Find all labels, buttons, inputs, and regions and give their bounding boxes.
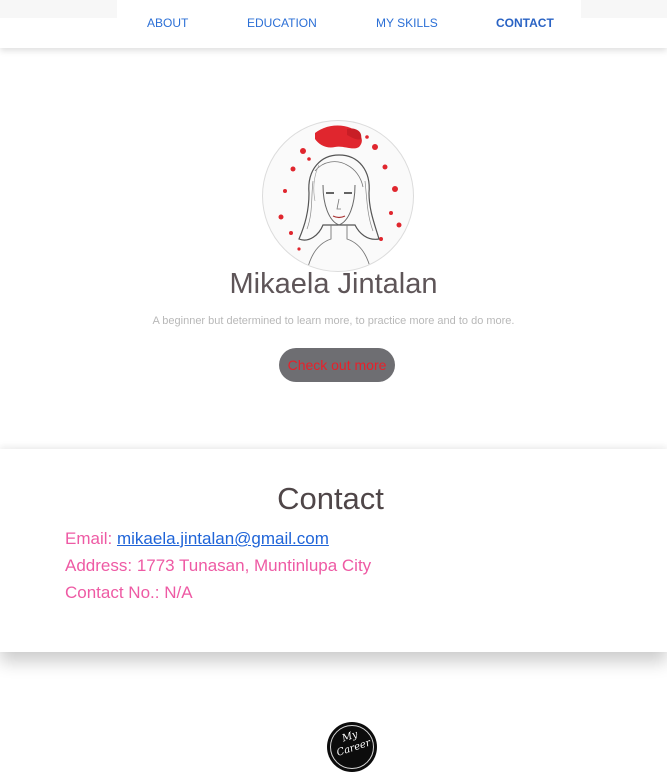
phone-label: Contact No.: <box>65 583 165 602</box>
address-line: Address: 1773 Tunasan, Muntinlupa City <box>65 556 371 576</box>
phone-value: N/A <box>164 583 193 602</box>
my-career-logo[interactable]: My Career <box>327 722 377 772</box>
top-navigation: ABOUT EDUCATION MY SKILLS CONTACT <box>0 0 667 48</box>
contact-title: Contact <box>277 481 384 516</box>
address-value: 1773 Tunasan, Muntinlupa City <box>136 556 372 575</box>
email-line: Email: mikaela.jintalan@gmail.com <box>65 529 329 549</box>
address-label: Address: <box>65 556 137 575</box>
profile-avatar <box>262 120 414 272</box>
phone-line: Contact No.: N/A <box>65 583 193 603</box>
sketch-portrait-icon <box>278 125 402 271</box>
hero-name: Mikaela Jintalan <box>229 268 438 300</box>
nav-link-about[interactable]: ABOUT <box>147 16 188 30</box>
nav-background-strip-left <box>0 0 117 18</box>
nav-background-strip-right <box>581 0 667 18</box>
hero-section: Mikaela Jintalan A beginner but determin… <box>0 48 667 448</box>
hero-tagline: A beginner but determined to learn more,… <box>152 315 515 327</box>
nav-link-my-skills[interactable]: MY SKILLS <box>376 16 438 30</box>
email-label: Email: <box>65 529 117 548</box>
nav-link-education[interactable]: EDUCATION <box>247 16 317 30</box>
contact-section: Contact Email: mikaela.jintalan@gmail.co… <box>0 449 667 652</box>
email-link[interactable]: mikaela.jintalan@gmail.com <box>117 529 329 548</box>
check-out-more-button[interactable]: Check out more <box>279 348 395 382</box>
nav-link-contact[interactable]: CONTACT <box>496 16 554 30</box>
